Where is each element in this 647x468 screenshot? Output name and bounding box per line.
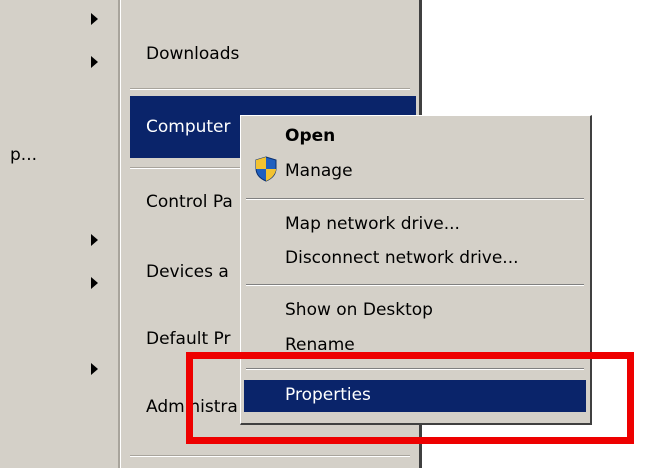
annotation-highlight-box (186, 352, 634, 444)
context-menu-item-open[interactable]: Open (285, 126, 335, 146)
context-menu-item-manage[interactable]: Manage (285, 161, 353, 181)
context-menu-item-show-on-desktop[interactable]: Show on Desktop (285, 300, 433, 320)
menu-separator (130, 88, 410, 90)
submenu-arrow-icon (91, 234, 98, 246)
context-menu-separator (246, 284, 584, 286)
start-menu-item-downloads[interactable]: Downloads (146, 44, 239, 64)
context-menu-item-map-network-drive[interactable]: Map network drive... (285, 214, 460, 234)
submenu-arrow-icon (91, 363, 98, 375)
uac-shield-icon (255, 156, 277, 182)
submenu-arrow-icon (91, 56, 98, 68)
start-menu-item-default-programs[interactable]: Default Pr (146, 329, 230, 349)
menu-separator (130, 455, 410, 457)
start-menu-item-computer[interactable]: Computer (146, 117, 231, 137)
context-menu-item-disconnect-network-drive[interactable]: Disconnect network drive... (285, 248, 519, 268)
left-panel-item-label[interactable]: p... (10, 145, 37, 165)
context-menu-separator (246, 198, 584, 200)
start-menu-item-control-panel[interactable]: Control Pa (146, 192, 233, 212)
start-menu-left-panel (0, 0, 118, 468)
start-menu-item-devices[interactable]: Devices a (146, 262, 229, 282)
submenu-arrow-icon (91, 13, 98, 25)
submenu-arrow-icon (91, 277, 98, 289)
